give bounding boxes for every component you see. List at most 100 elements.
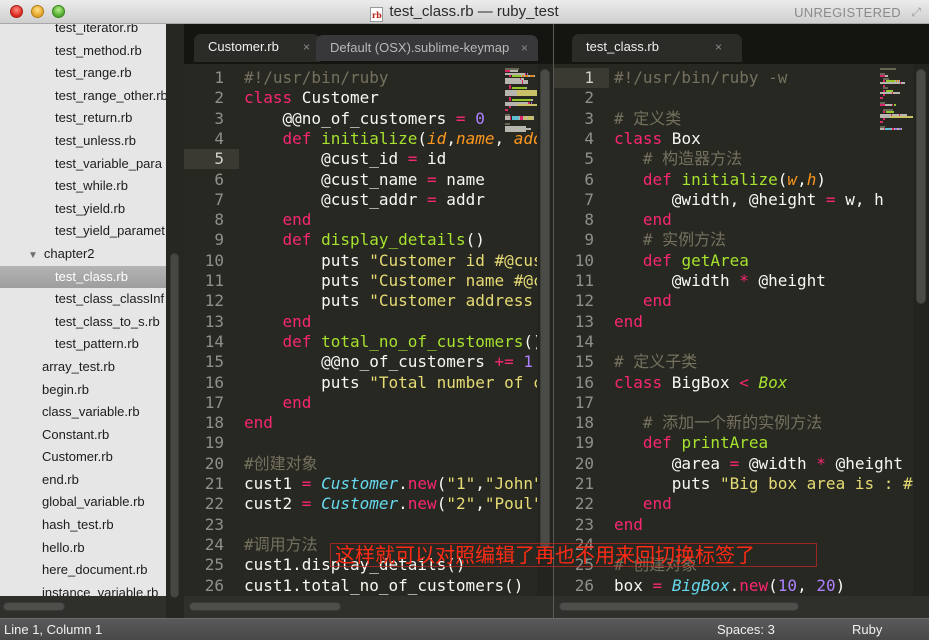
- sidebar-file-item[interactable]: test_class_classInf: [0, 288, 166, 311]
- code-line: @cust_id = id: [244, 149, 447, 169]
- line-number: 14: [204, 331, 224, 351]
- sidebar-hscroll-track: [0, 596, 166, 618]
- sidebar-item-label: test_yield_paramet: [55, 223, 165, 239]
- code-line: def initialize(w,h): [642, 169, 826, 189]
- line-number: 17: [204, 392, 224, 412]
- minimap-line: [523, 82, 528, 85]
- minimap-line: [533, 75, 535, 78]
- sidebar-file-item[interactable]: begin.rb: [0, 379, 166, 402]
- sidebar-file-item[interactable]: test_range.rb: [0, 62, 166, 85]
- sidebar-file-item[interactable]: Constant.rb: [0, 424, 166, 447]
- minimap-line: [505, 108, 508, 111]
- line-number: 16: [574, 372, 594, 392]
- line-number: 8: [214, 210, 224, 230]
- tab-default-keymap[interactable]: Default (OSX).sublime-keymap ×: [316, 35, 538, 61]
- sidebar-vscroll-thumb[interactable]: [170, 253, 179, 598]
- sidebar-item-label: test_class.rb: [55, 268, 128, 284]
- indentation-setting[interactable]: Spaces: 3: [717, 619, 775, 640]
- sidebar-hscroll-thumb[interactable]: [3, 602, 65, 611]
- minimap[interactable]: [880, 68, 914, 138]
- code-line: end: [614, 514, 643, 534]
- sidebar-file-item[interactable]: hash_test.rb: [0, 514, 166, 537]
- window-title: test_class.rb — ruby_test: [389, 3, 559, 20]
- fullscreen-icon[interactable]: ⤢: [911, 5, 921, 20]
- line-number: 3: [584, 108, 594, 128]
- sidebar-file-item[interactable]: end.rb: [0, 469, 166, 492]
- code-line: def total_no_of_customers(): [282, 331, 543, 351]
- code-editor-left[interactable]: 1 2 3 4 5 6 7 8 9 10 11 12 13 14 15 16 17 18 19 20 21 22 23 24 2…: [184, 64, 553, 596]
- sidebar-file-item[interactable]: test_method.rb: [0, 40, 166, 63]
- annotation-caption: 这样就可以对照编辑了再也不用来回切换标签了: [330, 543, 817, 567]
- code-line: # 定义子类: [614, 352, 698, 372]
- sidebar-file-item[interactable]: hello.rb: [0, 537, 166, 560]
- line-number: 17: [574, 392, 594, 412]
- sidebar-file-item[interactable]: test_yield_paramet: [0, 220, 166, 243]
- tab-label: test_class.rb: [586, 39, 659, 54]
- tab-close-icon[interactable]: ×: [715, 34, 722, 60]
- sidebar-file-item[interactable]: test_return.rb: [0, 107, 166, 130]
- code-line: class BigBox < Box: [614, 372, 788, 392]
- line-number: 12: [204, 291, 224, 311]
- minimap-line: [882, 118, 886, 121]
- vscroll-thumb[interactable]: [540, 69, 550, 549]
- line-number: 2: [584, 88, 594, 108]
- sidebar-file-item[interactable]: Customer.rb: [0, 446, 166, 469]
- sidebar-item-label: test_while.rb: [55, 178, 128, 194]
- line-number: 11: [574, 271, 594, 290]
- hscroll-thumb[interactable]: [559, 602, 799, 611]
- line-number: 10: [204, 250, 224, 270]
- sidebar-file-item[interactable]: test_unless.rb: [0, 130, 166, 153]
- sidebar-file-item[interactable]: global_variable.rb: [0, 491, 166, 514]
- sidebar: test_iterator.rb test_method.rb test_range…: [0, 24, 166, 618]
- line-number: 9: [584, 230, 594, 250]
- line-number: 22: [574, 494, 594, 514]
- line-number: 13: [574, 311, 594, 331]
- sidebar-file-item[interactable]: test_class_to_s.rb: [0, 311, 166, 334]
- code-editor-right[interactable]: 1 2 3 4 5 6 7 8 9 10 11 12 13 14 15 16 17 18 19 20 21 22 23 24 2…: [554, 64, 929, 596]
- code-line: #调用方法: [244, 534, 318, 554]
- vscroll-thumb[interactable]: [916, 69, 926, 304]
- sidebar-file-item[interactable]: test_iterator.rb: [0, 24, 166, 40]
- code-line: # 添加一个新的实例方法: [642, 413, 823, 433]
- sidebar-item-label: test_range_other.rb: [55, 87, 166, 103]
- editor-group-left: Customer.rb × Default (OSX).sublime-keym…: [184, 24, 553, 618]
- line-number: 6: [584, 169, 594, 189]
- sidebar-file-item[interactable]: test_range_other.rb: [0, 85, 166, 108]
- code-line: # 构造器方法: [642, 149, 743, 169]
- disclosure-triangle-icon[interactable]: ▼: [28, 250, 38, 261]
- sidebar-file-item[interactable]: test_pattern.rb: [0, 333, 166, 356]
- minimap-line: [893, 104, 897, 106]
- code-line: cust1 = Customer.new("1","John"): [244, 474, 552, 493]
- syntax-selector[interactable]: Ruby: [852, 619, 882, 640]
- code-line: class Customer: [244, 88, 379, 108]
- sidebar-folder[interactable]: ▼ chapter2: [0, 243, 166, 266]
- code-area[interactable]: #!/usr/bin/ruby -w # 定义类 class Box # 构造器方法…: [614, 64, 929, 596]
- code-line: puts "Customer name #@cust_name": [244, 271, 553, 290]
- sidebar-item-label: test_unless.rb: [55, 132, 136, 148]
- sidebar-file-item[interactable]: test_variable_para: [0, 153, 166, 176]
- sidebar-file-item[interactable]: test_yield.rb: [0, 198, 166, 221]
- sidebar-item-label: test_yield.rb: [55, 200, 126, 216]
- gutter: 1 2 3 4 5 6 7 8 9 10 11 12 13 14 15 16 17 18 19 20 21 22 23 24 2…: [184, 64, 239, 596]
- tab-close-icon[interactable]: ×: [303, 34, 310, 60]
- sidebar-item-label: test_method.rb: [55, 42, 142, 58]
- minimap-line: [505, 82, 523, 85]
- sidebar-item-label: array_test.rb: [42, 358, 115, 374]
- minimap-line: [880, 68, 897, 70]
- sidebar-file-item[interactable]: test_class.rb: [0, 265, 166, 289]
- code-line: puts "Total number of customers: #@@no_o…: [244, 372, 553, 392]
- sidebar-file-item[interactable]: test_while.rb: [0, 175, 166, 198]
- vscroll-track: [537, 64, 553, 596]
- hscroll-thumb[interactable]: [189, 602, 341, 611]
- line-number: 2: [214, 88, 224, 108]
- sidebar-file-item[interactable]: array_test.rb: [0, 356, 166, 379]
- sidebar-file-item[interactable]: here_document.rb: [0, 559, 166, 582]
- code-line: @width, @height = w, h: [614, 189, 884, 209]
- minimap[interactable]: [505, 68, 553, 138]
- code-area[interactable]: #!/usr/bin/ruby class Customer @@no_of_cu…: [244, 64, 553, 596]
- tab-test-class-rb[interactable]: test_class.rb ×: [572, 34, 742, 62]
- line-number: 10: [574, 250, 594, 270]
- tab-close-icon[interactable]: ×: [521, 35, 528, 61]
- tab-customer-rb[interactable]: Customer.rb ×: [194, 34, 320, 62]
- sidebar-file-item[interactable]: class_variable.rb: [0, 401, 166, 424]
